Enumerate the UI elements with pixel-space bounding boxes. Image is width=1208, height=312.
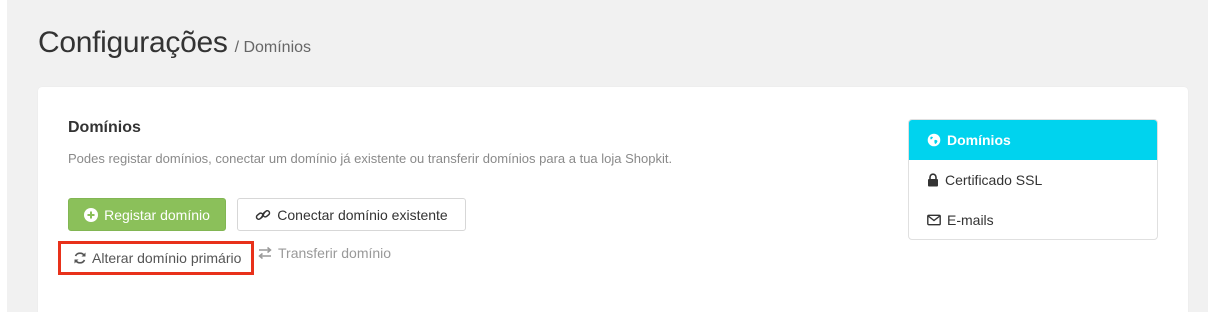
register-domain-button[interactable]: Registar domínio xyxy=(68,198,226,231)
side-nav-label-emails: E-mails xyxy=(947,212,994,228)
section-title: Domínios xyxy=(68,119,141,136)
section-description: Podes registar domínios, conectar um dom… xyxy=(68,151,673,166)
lock-icon xyxy=(928,173,938,187)
refresh-icon xyxy=(74,252,86,264)
breadcrumb: / Domínios xyxy=(234,39,312,56)
side-nav-item-ssl[interactable]: Certificado SSL xyxy=(909,160,1157,200)
side-nav-item-domains[interactable]: Domínios xyxy=(909,120,1157,160)
connect-domain-label: Conectar domínio existente xyxy=(277,206,448,223)
transfer-arrows-icon xyxy=(258,246,272,260)
envelope-icon xyxy=(927,214,941,226)
globe-icon xyxy=(927,133,941,147)
side-nav-item-emails[interactable]: E-mails xyxy=(909,200,1157,239)
transfer-domain-label: Transferir domínio xyxy=(278,245,392,261)
side-nav-label-ssl: Certificado SSL xyxy=(945,172,1043,188)
change-primary-domain-link[interactable]: Alterar domínio primário xyxy=(58,241,254,275)
register-domain-label: Registar domínio xyxy=(104,206,210,223)
transfer-domain-link[interactable]: Transferir domínio xyxy=(258,245,391,261)
side-nav-label-domains: Domínios xyxy=(947,132,1011,148)
plus-circle-icon xyxy=(84,207,99,222)
page-header: Configurações / Domínios xyxy=(38,26,311,60)
link-icon xyxy=(256,209,271,220)
settings-side-nav: Domínios Certificado SSL E-mails xyxy=(908,119,1158,240)
page-title: Configurações xyxy=(38,26,228,59)
change-primary-domain-label: Alterar domínio primário xyxy=(92,250,242,266)
connect-domain-button[interactable]: Conectar domínio existente xyxy=(237,198,466,231)
domains-card: Domínios Podes registar domínios, conect… xyxy=(38,87,1188,312)
